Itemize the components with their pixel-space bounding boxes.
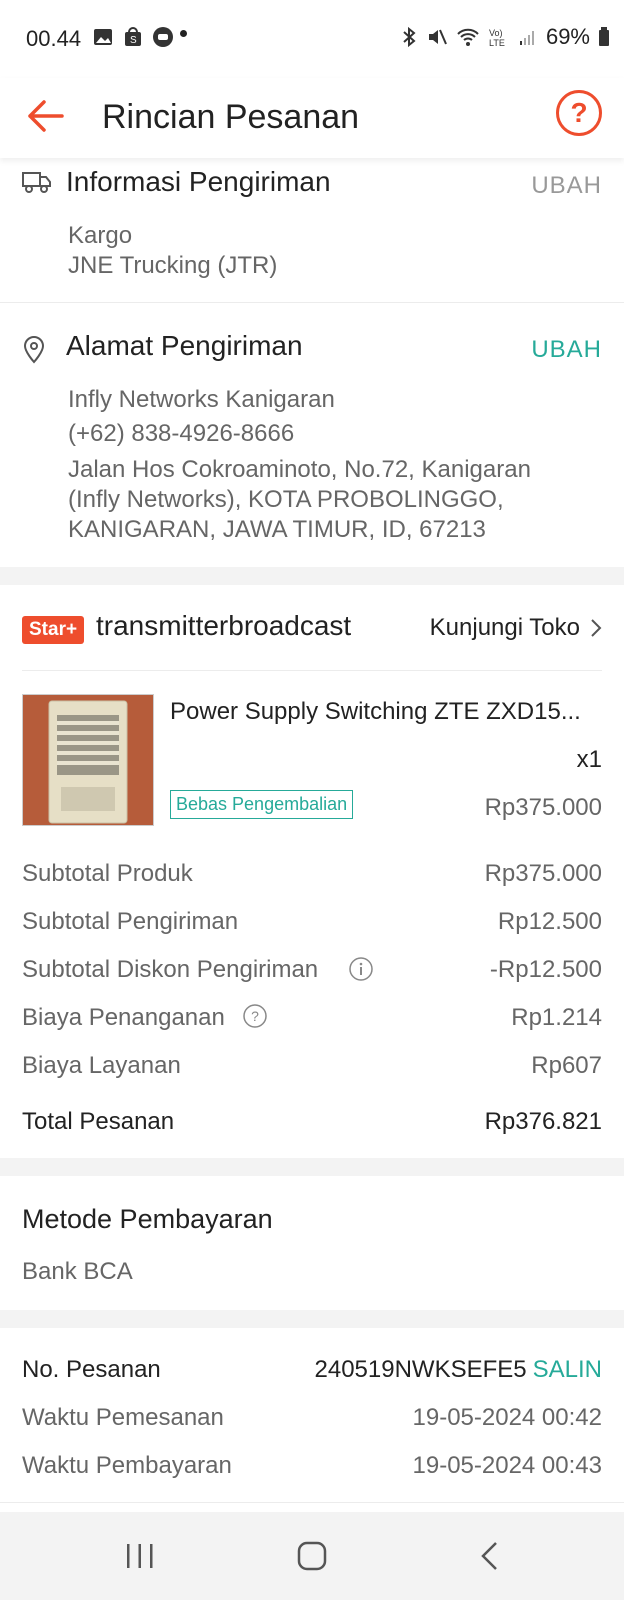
copy-order-number-button[interactable]: SALIN <box>533 1356 602 1384</box>
star-plus-badge: Star+ <box>22 616 85 644</box>
shipping-type: Kargo <box>68 222 133 249</box>
address-change-button[interactable]: UBAH <box>531 336 602 364</box>
section-gap <box>0 1158 624 1176</box>
summary-label-subtotal-product: Subtotal Produk <box>22 860 193 887</box>
summary-value-handling-fee: Rp1.214 <box>511 1004 602 1031</box>
payment-method-title: Metode Pembayaran <box>22 1204 273 1234</box>
shipping-courier: JNE Trucking (JTR) <box>68 252 278 279</box>
order-time-value: 19-05-2024 00:42 <box>412 1404 603 1431</box>
payment-time-value: 19-05-2024 00:43 <box>412 1452 603 1479</box>
visit-shop-button[interactable]: Kunjungi Toko <box>430 614 602 642</box>
app-header: Rincian Pesanan ? <box>0 78 624 158</box>
summary-label-handling-fee: Biaya Penanganan <box>22 1004 225 1031</box>
signal-icon <box>519 31 534 45</box>
summary-value-subtotal-product: Rp375.000 <box>484 860 602 887</box>
svg-text:Vo): Vo) <box>489 28 503 38</box>
info-icon[interactable] <box>348 956 374 982</box>
visit-shop-label: Kunjungi Toko <box>429 614 580 641</box>
free-return-badge: Bebas Pengembalian <box>170 790 354 819</box>
product-quantity: x1 <box>576 746 602 773</box>
order-number-row: 240519NWKSEFE5 SALIN <box>315 1356 602 1384</box>
address-line-3: KANIGARAN, JAWA TIMUR, ID, 67213 <box>68 516 486 543</box>
recent-apps-icon[interactable] <box>124 1542 156 1570</box>
address-title: Alamat Pengiriman <box>66 330 303 361</box>
order-number-label: No. Pesanan <box>22 1356 161 1383</box>
product-price: Rp375.000 <box>484 794 602 821</box>
svg-text:?: ? <box>251 1008 259 1024</box>
back-arrow-icon[interactable] <box>22 92 70 140</box>
divider <box>0 1502 624 1503</box>
home-icon[interactable] <box>296 1540 328 1572</box>
page-title: Rincian Pesanan <box>102 98 360 136</box>
gallery-icon <box>94 29 112 45</box>
svg-text:S: S <box>130 35 137 46</box>
question-icon[interactable]: ? <box>242 1003 268 1029</box>
svg-text:LTE: LTE <box>489 38 505 48</box>
recipient-phone: (+62) 838-4926-8666 <box>68 420 295 447</box>
divider <box>22 670 602 671</box>
order-time-label: Waktu Pemesanan <box>22 1404 224 1431</box>
section-gap <box>0 567 624 585</box>
status-bar: 00.44 S Vo) LTE 69% <box>0 0 624 78</box>
back-nav-icon[interactable] <box>478 1540 502 1572</box>
wifi-icon <box>457 28 479 46</box>
chat-icon <box>153 27 173 47</box>
shipping-change-button[interactable]: UBAH <box>531 172 602 200</box>
power-supply-image <box>23 695 153 825</box>
mute-icon <box>428 29 447 45</box>
bluetooth-icon <box>403 26 416 48</box>
summary-label-service-fee: Biaya Layanan <box>22 1052 181 1079</box>
summary-value-service-fee: Rp607 <box>531 1052 602 1079</box>
summary-label-shipping-discount: Subtotal Diskon Pengiriman <box>22 956 319 983</box>
volte-icon: Vo)LTE <box>489 28 505 48</box>
battery-icon <box>599 27 609 46</box>
shipping-info-title: Informasi Pengiriman <box>66 166 331 197</box>
battery-percent: 69% <box>545 24 590 49</box>
summary-value-shipping-discount: -Rp12.500 <box>489 956 602 983</box>
help-icon[interactable]: ? <box>556 90 602 136</box>
order-number-value: 240519NWKSEFE5 <box>314 1356 527 1383</box>
address-line-2: (Infly Networks), KOTA PROBOLINGGO, <box>68 486 504 513</box>
recipient-name: Infly Networks Kanigaran <box>68 386 335 413</box>
status-time: 00.44 <box>26 26 82 51</box>
divider <box>0 302 624 303</box>
summary-value-subtotal-shipping: Rp12.500 <box>497 908 602 935</box>
product-name[interactable]: Power Supply Switching ZTE ZXD15... <box>170 698 600 726</box>
chevron-right-icon <box>591 619 602 637</box>
notification-icons: S <box>92 26 174 48</box>
location-pin-icon <box>23 336 45 364</box>
system-navigation-bar <box>0 1512 624 1600</box>
more-notifications-dot <box>180 30 187 37</box>
section-gap <box>0 1310 624 1328</box>
address-line-1: Jalan Hos Cokroaminoto, No.72, Kanigaran <box>68 456 531 483</box>
summary-label-subtotal-shipping: Subtotal Pengiriman <box>22 908 239 935</box>
total-value: Rp376.821 <box>484 1108 602 1135</box>
truck-icon <box>22 172 51 193</box>
total-label: Total Pesanan <box>22 1108 175 1135</box>
system-status: Vo) LTE 69% <box>400 24 610 50</box>
payment-method-value: Bank BCA <box>22 1258 133 1285</box>
shop-bag-icon: S <box>125 27 141 46</box>
payment-time-label: Waktu Pembayaran <box>22 1452 232 1479</box>
shop-name[interactable]: transmitterbroadcast <box>96 610 351 642</box>
product-thumbnail[interactable] <box>22 694 154 826</box>
